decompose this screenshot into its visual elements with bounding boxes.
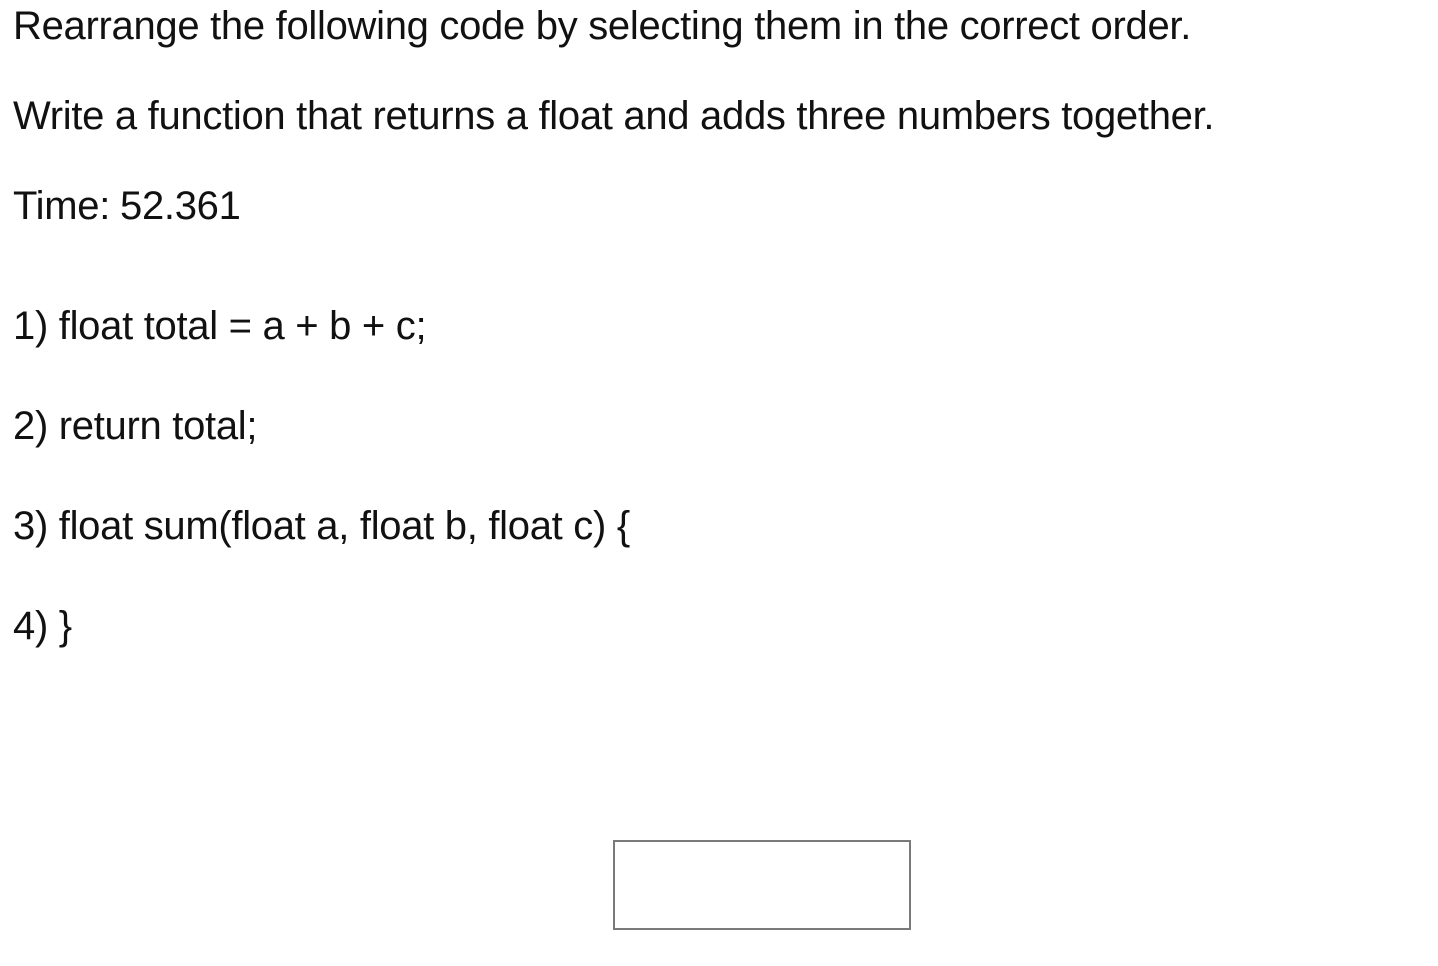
code-option-4[interactable]: 4) } — [13, 602, 72, 650]
task-description: Write a function that returns a float an… — [13, 94, 1215, 138]
timer: Time: 52.361 — [13, 182, 241, 230]
code-option-3[interactable]: 3) float sum(float a, float b, float c) … — [13, 502, 630, 550]
code-option-2[interactable]: 2) return total; — [13, 402, 258, 450]
timer-value: 52.361 — [120, 184, 241, 228]
answer-input[interactable] — [613, 840, 911, 930]
code-option-1[interactable]: 1) float total = a + b + c; — [13, 302, 427, 350]
instruction-text: Rearrange the following code by selectin… — [13, 4, 1192, 48]
timer-label: Time: — [13, 184, 111, 228]
